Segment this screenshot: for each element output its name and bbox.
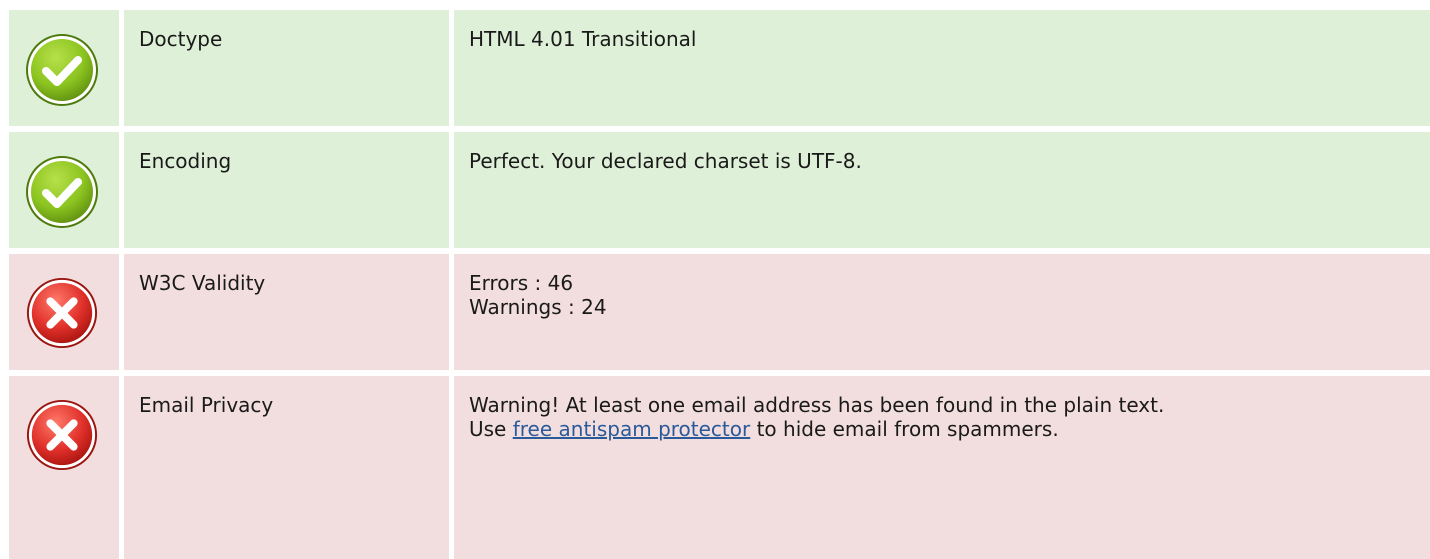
row-encoding: Encoding Perfect. Your declared charset …	[9, 132, 1430, 248]
check-value: Perfect. Your declared charset is UTF-8.	[454, 132, 1430, 248]
advice-suffix: to hide email from spammers.	[756, 417, 1059, 441]
error-icon	[26, 277, 98, 349]
check-value: HTML 4.01 Transitional	[454, 10, 1430, 126]
antispam-protector-link[interactable]: free antispam protector	[513, 417, 751, 441]
status-cell	[9, 254, 119, 370]
row-email-privacy: Email Privacy Warning! At least one emai…	[9, 376, 1430, 559]
advice-prefix: Use	[469, 417, 507, 441]
row-doctype: Doctype HTML 4.01 Transitional	[9, 10, 1430, 126]
error-icon	[26, 399, 98, 471]
check-value: Errors : 46 Warnings : 24	[454, 254, 1430, 370]
errors-count: Errors : 46	[469, 271, 574, 295]
check-name: Encoding	[124, 132, 449, 248]
row-w3c-validity: W3C Validity Errors : 46 Warnings : 24	[9, 254, 1430, 370]
check-icon	[26, 156, 98, 228]
warnings-count: Warnings : 24	[469, 295, 607, 319]
check-value: Warning! At least one email address has …	[454, 376, 1430, 559]
check-name: Doctype	[124, 10, 449, 126]
check-icon	[26, 34, 98, 106]
status-cell	[9, 376, 119, 559]
status-cell	[9, 10, 119, 126]
check-name: Email Privacy	[124, 376, 449, 559]
check-name: W3C Validity	[124, 254, 449, 370]
seo-report-table: Doctype HTML 4.01 Transitional Encoding	[0, 0, 1430, 559]
status-cell	[9, 132, 119, 248]
warning-text: Warning! At least one email address has …	[469, 393, 1165, 417]
advice-text: Use free antispam protector to hide emai…	[469, 417, 1430, 441]
